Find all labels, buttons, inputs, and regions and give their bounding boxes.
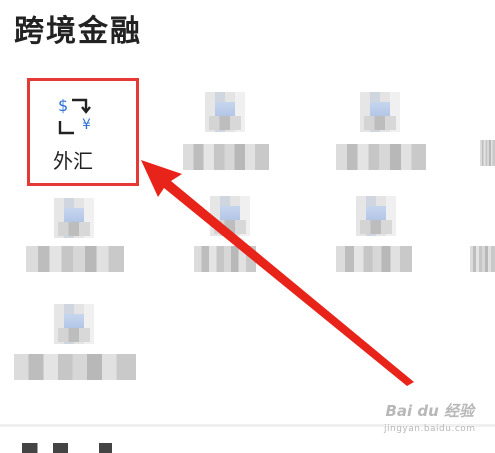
next-section-title-fragment [22,443,132,453]
blurred-label [14,354,136,380]
dollar-symbol: $ [58,96,68,115]
grid-item-blurred[interactable] [26,198,126,278]
blurred-icon [54,304,94,344]
yen-symbol: ¥ [82,117,91,133]
grid-item-blurred[interactable] [326,92,426,178]
grid-item-blurred-partial[interactable] [470,196,495,278]
blurred-label [194,246,256,272]
grid-item-blurred[interactable] [14,296,136,386]
blurred-icon [210,196,250,236]
blurred-label [480,140,495,166]
blurred-label [336,144,426,170]
grid-item-blurred[interactable] [183,92,269,178]
watermark-brand: Bai du 经验 [385,402,475,420]
blurred-icon [54,198,94,238]
blurred-label [26,246,124,272]
blurred-icon [360,92,400,132]
cross-border-finance-screen: 跨境金融 $ ¥ 外汇 Bai du 经验 jingyan.baidu.com [0,0,495,453]
grid-item-label-foreign-exchange: 外汇 [53,149,93,173]
grid-item-blurred-partial[interactable] [480,140,495,176]
watermark-url: jingyan.baidu.com [384,424,476,434]
blurred-label [470,246,495,272]
blurred-label [183,144,269,170]
currency-exchange-icon: $ ¥ [58,96,91,135]
grid-item-blurred[interactable] [194,196,268,278]
section-title: 跨境金融 [14,14,142,49]
grid-item-blurred[interactable] [336,196,416,278]
baidu-jingyan-watermark: Bai du 经验 jingyan.baidu.com [384,402,476,438]
blurred-icon [356,196,396,236]
blurred-label [336,246,412,272]
blurred-icon [205,92,245,132]
grid-item-foreign-exchange[interactable]: $ ¥ 外汇 [27,78,139,186]
